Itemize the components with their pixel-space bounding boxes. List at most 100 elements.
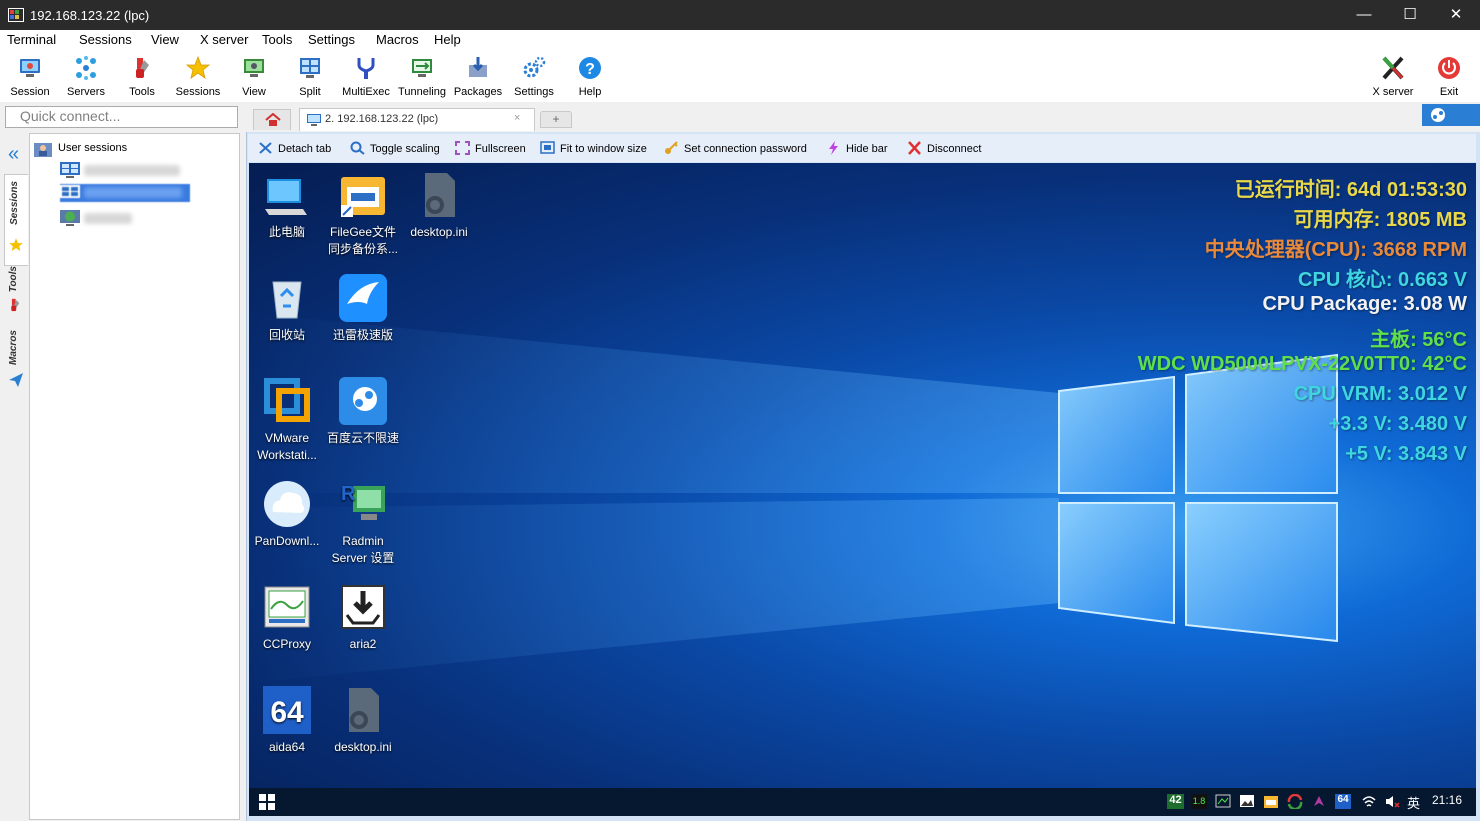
settings-file-icon: [425, 173, 455, 217]
desktop-icon-aria2[interactable]: aria2: [325, 583, 401, 653]
toggle-scaling-button[interactable]: Toggle scaling: [350, 141, 440, 155]
new-tab-button[interactable]: +: [540, 111, 572, 128]
desktop-icon-this-pc[interactable]: 此电脑: [249, 171, 325, 241]
maximize-button[interactable]: ☐: [1387, 0, 1433, 30]
menu-macros[interactable]: Macros: [376, 32, 419, 47]
desktop-icon-xunlei[interactable]: 迅雷极速版: [325, 274, 401, 344]
tray-load-badge[interactable]: 1.8: [1191, 794, 1207, 809]
quick-connect-input[interactable]: Quick connect...: [5, 106, 238, 128]
sensor-5v: +5 V: 3.843 V: [1345, 443, 1467, 465]
cloud-button[interactable]: [1422, 104, 1480, 126]
sessions-button[interactable]: Sessions: [170, 53, 226, 99]
desktop-icon-radmin[interactable]: R Radmin Server 设置: [325, 480, 401, 567]
sensor-disk-temp: WDC WD5000LPVX-22V0TT0: 42°C: [1137, 353, 1467, 375]
menu-tools[interactable]: Tools: [262, 32, 292, 47]
fit-window-icon: [540, 141, 555, 154]
split-icon: [300, 58, 320, 78]
pandownload-cloud-icon: [264, 481, 310, 527]
tray-temp-badge[interactable]: 42: [1167, 794, 1184, 809]
main-toolbar: Session Servers Tools Sessions View Spli…: [0, 50, 1480, 102]
aria2-download-icon: [341, 585, 385, 629]
wifi-icon[interactable]: [1361, 794, 1377, 809]
power-icon: [1438, 57, 1460, 79]
session-item-2-selected[interactable]: [60, 184, 190, 202]
title-bar: 192.168.123.22 (lpc) — ☐ ✕: [0, 0, 1480, 30]
desktop-icon-desktop-ini-1[interactable]: desktop.ini: [401, 171, 477, 241]
tray-monitor-icon[interactable]: [1215, 794, 1231, 809]
sensor-free-memory: 可用内存: 1805 MB: [1293, 209, 1467, 231]
desktop-icon-desktop-ini-2[interactable]: desktop.ini: [325, 686, 401, 756]
tools-button[interactable]: Tools: [114, 53, 170, 99]
sensor-cpu-fan: 中央处理器(CPU): 3668 RPM: [1204, 239, 1467, 261]
menu-help[interactable]: Help: [434, 32, 461, 47]
multiexec-button[interactable]: MultiExec: [338, 53, 394, 99]
desktop-icon-pandownload[interactable]: PanDownl...: [249, 480, 325, 550]
home-tab[interactable]: [253, 109, 291, 130]
aida64-icon: 64: [263, 686, 311, 734]
scissors-icon: [259, 142, 272, 154]
servers-button[interactable]: Servers: [58, 53, 114, 99]
windows-start-icon[interactable]: [259, 794, 275, 810]
tunneling-button[interactable]: Tunneling: [394, 53, 450, 99]
star-icon: [9, 238, 23, 252]
menu-terminal[interactable]: Terminal: [7, 32, 56, 47]
desktop-icon-filegee[interactable]: FileGee文件 同步备份系...: [325, 171, 401, 258]
collapse-sidebar-button[interactable]: «: [8, 144, 19, 164]
tray-aida64-badge[interactable]: 64: [1335, 794, 1351, 809]
menu-sessions[interactable]: Sessions: [79, 32, 132, 47]
desktop-icon-recycle-bin[interactable]: 回收站: [249, 274, 325, 344]
vtab-tools[interactable]: Tools: [4, 262, 28, 322]
tray-sync-icon[interactable]: [1287, 794, 1303, 809]
desktop-icon-baiduyun[interactable]: 百度云不限速: [325, 377, 401, 447]
tray-filegee-icon[interactable]: [1263, 794, 1279, 809]
view-button[interactable]: View: [226, 53, 282, 99]
session-button[interactable]: Session: [2, 53, 58, 99]
magnifier-icon: [350, 141, 365, 155]
set-password-button[interactable]: Set connection password: [664, 141, 807, 155]
xunlei-bird-icon: [339, 274, 387, 322]
hide-bar-button[interactable]: Hide bar: [826, 141, 888, 155]
star-icon: [185, 55, 211, 79]
desktop-icon-ccproxy[interactable]: CCProxy: [249, 583, 325, 653]
send-icon: [9, 373, 23, 387]
session-item-3[interactable]: [60, 210, 190, 228]
menu-bar: Terminal Sessions View X server Tools Se…: [0, 30, 1480, 50]
help-button[interactable]: ? Help: [562, 53, 618, 99]
remote-desktop[interactable]: 此电脑 FileGee文件 同步备份系... desktop.ini 回收站 迅…: [249, 163, 1476, 788]
fullscreen-button[interactable]: Fullscreen: [455, 141, 526, 155]
taskbar-clock[interactable]: 21:16: [1432, 793, 1462, 807]
settings-button[interactable]: Settings: [506, 53, 562, 99]
disconnect-button[interactable]: Disconnect: [907, 141, 981, 155]
menu-view[interactable]: View: [151, 32, 179, 47]
speaker-muted-icon[interactable]: [1384, 794, 1400, 809]
minimize-button[interactable]: —: [1341, 0, 1387, 30]
close-button[interactable]: ✕: [1433, 0, 1479, 30]
vtab-sessions[interactable]: Sessions: [4, 174, 28, 266]
sidebar-vertical-tabs: « Sessions Tools Macros: [4, 136, 28, 820]
tray-xunlei-icon[interactable]: [1311, 794, 1327, 809]
close-icon: [908, 141, 921, 155]
menu-settings[interactable]: Settings: [308, 32, 355, 47]
exit-button[interactable]: Exit: [1421, 53, 1477, 99]
remote-taskbar: 42 1.8 64 英 21:16: [249, 788, 1476, 816]
session-item-1[interactable]: [60, 162, 190, 180]
desktop-icon-vmware[interactable]: VMware Workstati...: [249, 377, 325, 464]
tab-remote-session[interactable]: 2. 192.168.123.22 (lpc) ×: [299, 108, 535, 131]
tray-image-icon[interactable]: [1239, 794, 1255, 809]
ime-indicator[interactable]: 英: [1407, 793, 1420, 811]
packages-button[interactable]: Packages: [450, 53, 506, 99]
fit-to-window-button[interactable]: Fit to window size: [540, 141, 647, 155]
menu-x-server[interactable]: X server: [200, 32, 248, 47]
tab-close-button[interactable]: ×: [514, 112, 520, 124]
x-server-button[interactable]: X server: [1365, 53, 1421, 99]
session-icon: [20, 59, 40, 77]
vtab-macros[interactable]: Macros: [4, 326, 28, 396]
svg-text:?: ?: [585, 61, 595, 78]
cloud-sync-icon: [1431, 108, 1445, 122]
split-button[interactable]: Split: [282, 53, 338, 99]
sensor-3v3: +3.3 V: 3.480 V: [1328, 413, 1467, 435]
servers-icon: [76, 56, 96, 80]
detach-tab-button[interactable]: Detach tab: [258, 141, 331, 155]
recycle-bin-icon: [272, 281, 302, 319]
desktop-icon-aida64[interactable]: 64 aida64: [249, 686, 325, 756]
